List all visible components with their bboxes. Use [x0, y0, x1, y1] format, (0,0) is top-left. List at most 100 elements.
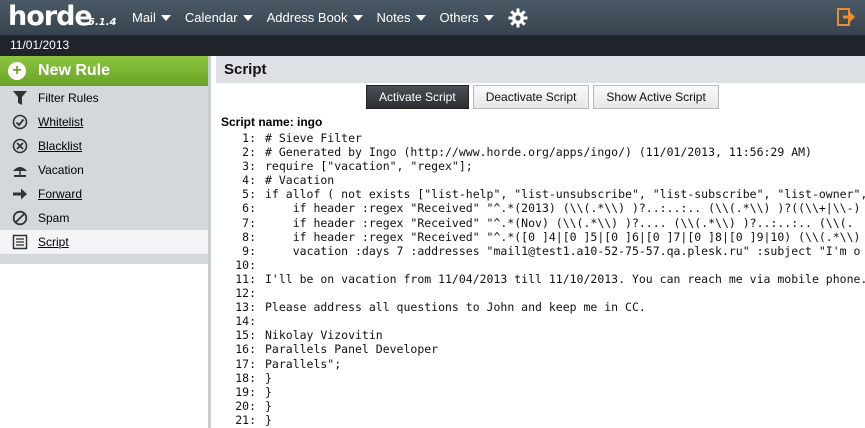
line-number: 8:	[242, 229, 256, 244]
sidebar: + New Rule Filter Rules Whitelist Blackl…	[0, 56, 211, 428]
nav-address-book[interactable]: Address Book	[267, 10, 363, 25]
sidebar-item-script[interactable]: Script	[0, 230, 208, 254]
page-title: Script	[216, 56, 865, 83]
main-content: Script Activate Script Deactivate Script…	[216, 56, 865, 428]
settings-gear-button[interactable]	[508, 8, 528, 28]
code-line: 9: vacation :days 7 :addresses "mail1@te…	[221, 244, 865, 258]
line-number: 17:	[235, 356, 256, 371]
line-number: 6:	[242, 201, 256, 216]
line-text: Nikolay Vizovitin	[265, 328, 383, 343]
code-line: 1: # Sieve Filter	[221, 131, 865, 145]
arrow-right-icon	[12, 186, 28, 202]
script-actions: Activate Script Deactivate Script Show A…	[366, 85, 723, 109]
code-line: 10:	[221, 258, 865, 272]
line-text: # Sieve Filter	[265, 131, 362, 145]
sidebar-item-label: Forward	[38, 187, 83, 201]
line-text: if header :regex "Received" "^.*(2013) (…	[265, 201, 861, 216]
sidebar-item-label: Blacklist	[38, 139, 83, 153]
line-text: }	[265, 412, 272, 427]
deactivate-script-button[interactable]: Deactivate Script	[472, 85, 590, 109]
sidebar-menu-footer	[0, 254, 208, 264]
code-line: 13: Please address all questions to John …	[221, 300, 865, 314]
version-label: 5.1.4	[88, 17, 117, 28]
code-line: 11: I'll be on vacation from 11/04/2013 t…	[221, 272, 865, 286]
line-text: if header :regex "Received" "^.*(Nov) (\…	[265, 215, 854, 230]
no-symbol-icon	[12, 210, 28, 226]
code-line: 19:}	[221, 385, 865, 399]
code-line: 21:}	[221, 413, 865, 427]
sidebar-item-forward[interactable]: Forward	[0, 182, 208, 206]
code-line: 5: if allof ( not exists ["list-help", "l…	[221, 187, 865, 201]
line-number: 7:	[242, 215, 256, 230]
sidebar-item-vacation[interactable]: Vacation	[0, 158, 208, 182]
code-line: 20:}	[221, 399, 865, 413]
nav-mail[interactable]: Mail	[132, 10, 171, 25]
line-text: vacation :days 7 :addresses "mail1@test1…	[265, 243, 861, 258]
checkmark-circle-icon	[12, 114, 28, 130]
sidebar-item-label: Script	[38, 235, 69, 249]
chevron-down-icon	[483, 14, 494, 21]
line-number: 2:	[242, 145, 256, 160]
line-number: 12:	[235, 286, 256, 301]
sidebar-item-whitelist[interactable]: Whitelist	[0, 110, 208, 134]
filter-icon	[12, 90, 28, 106]
chevron-down-icon	[242, 14, 253, 21]
line-number: 16:	[235, 342, 256, 357]
horde-logo[interactable]: horde	[8, 1, 93, 32]
line-number: 20:	[235, 398, 256, 413]
sidebar-menu: Filter Rules Whitelist Blacklist Vacatio…	[0, 86, 208, 264]
logout-icon	[837, 8, 855, 26]
code-line: 3: require ["vacation", "regex"];	[221, 159, 865, 173]
line-number: 3:	[242, 159, 256, 174]
nav-notes[interactable]: Notes	[377, 10, 426, 25]
date-bar: 11/01/2013	[0, 35, 865, 56]
line-number: 13:	[235, 300, 256, 315]
top-nav: Mail Calendar Address Book Notes Others	[132, 0, 542, 35]
nav-others-label: Others	[439, 10, 479, 25]
nav-notes-label: Notes	[376, 10, 411, 25]
line-text: I'll be on vacation from 11/04/2013 till…	[265, 271, 865, 286]
nav-calendar[interactable]: Calendar	[185, 10, 253, 25]
script-icon	[12, 234, 28, 250]
show-active-script-button[interactable]: Show Active Script	[593, 85, 719, 109]
line-number: 15:	[235, 328, 256, 343]
line-number: 9:	[242, 243, 256, 258]
x-circle-icon	[12, 138, 28, 154]
sidebar-item-spam[interactable]: Spam	[0, 206, 208, 230]
line-number: 5:	[242, 187, 256, 202]
line-text: # Generated by Ingo (http://www.horde.or…	[265, 145, 812, 160]
sidebar-item-label: Whitelist	[38, 115, 84, 129]
code-line: 4: # Vacation	[221, 173, 865, 187]
line-text: Please address all questions to John and…	[265, 300, 646, 315]
new-rule-button[interactable]: + New Rule	[0, 56, 208, 86]
plus-icon: +	[8, 62, 26, 80]
code-line: 7: if header :regex "Received" "^.*(Nov)…	[221, 216, 865, 230]
line-number: 19:	[235, 384, 256, 399]
script-code: 1: # Sieve Filter 2: # Generated by Ingo (h…	[221, 131, 865, 427]
code-line: 6: if header :regex "Received" "^.*(2013…	[221, 201, 865, 215]
line-text: # Vacation	[265, 173, 335, 188]
line-number: 14:	[235, 314, 256, 329]
line-text: Parallels Panel Developer	[265, 342, 439, 357]
current-date: 11/01/2013	[10, 38, 70, 52]
activate-script-button[interactable]: Activate Script	[366, 85, 469, 109]
chevron-down-icon	[352, 14, 363, 21]
nav-others[interactable]: Others	[440, 10, 494, 25]
logout-button[interactable]	[837, 8, 855, 30]
nav-address-book-label: Address Book	[266, 10, 348, 25]
vacation-icon	[12, 162, 28, 178]
line-number: 1:	[242, 131, 256, 145]
gear-icon	[508, 8, 528, 27]
code-line: 18:}	[221, 371, 865, 385]
line-text: }	[265, 370, 272, 385]
sidebar-item-filter-rules[interactable]: Filter Rules	[0, 86, 208, 110]
sidebar-item-label: Filter Rules	[38, 91, 99, 105]
sidebar-item-blacklist[interactable]: Blacklist	[0, 134, 208, 158]
code-line: 15: Nikolay Vizovitin	[221, 328, 865, 342]
sidebar-item-label: Spam	[38, 211, 70, 225]
line-text: if header :regex "Received" "^.*([0 ]4|[…	[265, 229, 861, 244]
code-line: 17: Parallels";	[221, 357, 865, 371]
code-line: 14:	[221, 314, 865, 328]
code-line: 8: if header :regex "Received" "^.*([0 ]…	[221, 230, 865, 244]
sidebar-item-label: Vacation	[38, 163, 84, 177]
